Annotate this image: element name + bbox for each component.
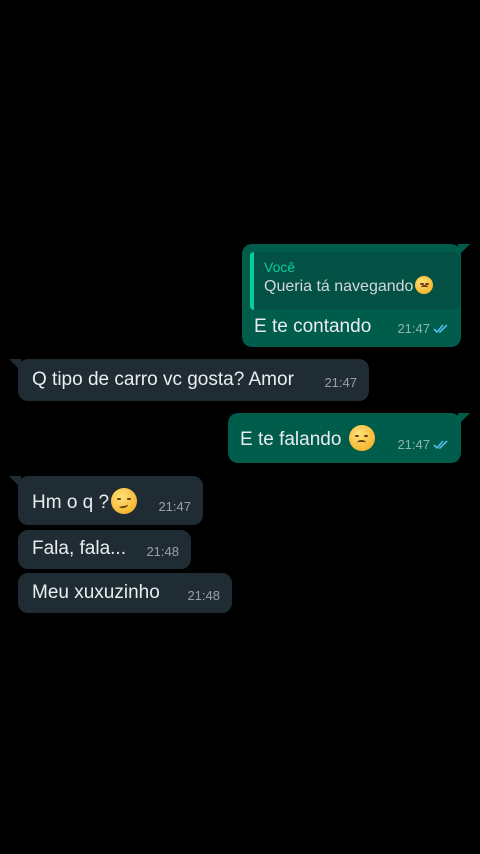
message-text: E te contando bbox=[254, 316, 372, 337]
quoted-message[interactable]: Você Queria tá navegando bbox=[250, 252, 460, 310]
message-meta: 21:47 bbox=[397, 318, 449, 340]
message-meta: 21:47 bbox=[158, 496, 191, 518]
message-meta: 21:48 bbox=[146, 541, 179, 563]
message-text: Q tipo de carro vc gosta? Amor bbox=[32, 369, 294, 390]
message-bubble-incoming[interactable]: Hm o q ? 21:47 bbox=[9, 476, 203, 525]
message-bubble-incoming[interactable]: Fala, fala... 21:48 bbox=[18, 530, 191, 569]
double-check-read-icon bbox=[433, 440, 449, 450]
message-bubble-incoming[interactable]: Q tipo de carro vc gosta? Amor 21:47 bbox=[9, 359, 369, 401]
message-meta: 21:47 bbox=[397, 434, 449, 456]
smirking-face-icon bbox=[111, 488, 138, 514]
message-meta: 21:47 bbox=[324, 372, 357, 394]
chat-screen: Você Queria tá navegando E te contando 2… bbox=[0, 0, 480, 854]
message-text: Meu xuxuzinho bbox=[32, 582, 160, 603]
message-time: 21:48 bbox=[187, 588, 220, 603]
message-text-content: E te falando bbox=[240, 429, 342, 450]
message-text-content: Hm o q ? bbox=[32, 492, 110, 513]
message-meta: 21:48 bbox=[187, 585, 220, 607]
quoted-author: Você bbox=[264, 259, 296, 275]
message-text: E te falando bbox=[240, 425, 375, 451]
message-time: 21:47 bbox=[324, 375, 357, 390]
message-text: Hm o q ? bbox=[32, 488, 138, 514]
pensive-face-icon bbox=[348, 425, 375, 451]
message-time: 21:47 bbox=[158, 499, 191, 514]
pensive-face-icon bbox=[415, 276, 434, 294]
message-text: Fala, fala... bbox=[32, 538, 126, 559]
double-check-read-icon bbox=[433, 324, 449, 334]
message-time: 21:47 bbox=[397, 437, 430, 452]
quoted-text-content: Queria tá navegando bbox=[264, 278, 414, 295]
message-time: 21:48 bbox=[146, 544, 179, 559]
message-bubble-outgoing[interactable]: E te falando 21:47 bbox=[228, 413, 470, 463]
quoted-text: Queria tá navegando bbox=[264, 276, 460, 298]
message-bubble-incoming[interactable]: Meu xuxuzinho 21:48 bbox=[18, 573, 232, 613]
message-bubble-outgoing[interactable]: Você Queria tá navegando E te contando 2… bbox=[242, 244, 470, 347]
message-time: 21:47 bbox=[397, 321, 430, 336]
